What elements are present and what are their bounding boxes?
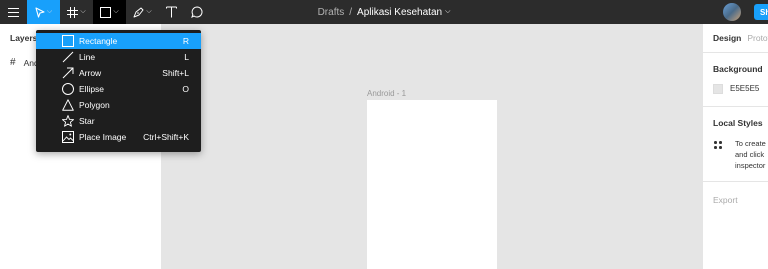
tab-prototype[interactable]: Prototype [747, 33, 768, 43]
chevron-down-icon: ⌵ [113, 8, 119, 15]
local-styles-heading: Local Styles [713, 118, 763, 128]
cursor-icon [35, 6, 45, 18]
toolbar: ⌵ ⌵ ⌵ ⌵ Drafts / Aplikasi Kesehatan ⌵ Sh [0, 0, 768, 24]
square-icon [100, 6, 112, 18]
divider [703, 181, 768, 182]
canvas[interactable]: Android - 1 [162, 24, 702, 269]
breadcrumb-folder[interactable]: Drafts [318, 7, 345, 18]
background-value[interactable]: E5E5E5 [730, 84, 759, 93]
panel-tabs: Design Prototype [713, 33, 768, 43]
image-icon [62, 131, 74, 143]
hint-line: To create [735, 139, 766, 148]
ellipse-icon [62, 83, 74, 95]
polygon-icon [62, 99, 74, 111]
frame-android-1[interactable] [367, 100, 497, 269]
share-label: Sh [760, 7, 768, 17]
styles-icon [714, 141, 722, 149]
menu-item-shortcut: R [182, 36, 189, 46]
line-icon [62, 51, 74, 63]
main-menu-button[interactable] [0, 0, 27, 24]
menu-item-polygon[interactable]: Polygon [36, 97, 201, 113]
background-heading: Background [713, 64, 763, 74]
pen-tool-button[interactable]: ⌵ [126, 0, 159, 24]
menu-item-shortcut: O [182, 84, 189, 94]
design-panel: Design Prototype Background E5E5E5 Local … [702, 24, 768, 269]
menu-item-shortcut: L [184, 52, 189, 62]
shape-tools-menu: Rectangle R Line L Arrow Shift+L Ellipse… [36, 30, 201, 152]
share-button[interactable]: Sh [754, 4, 768, 20]
rectangle-icon [62, 35, 74, 47]
menu-item-line[interactable]: Line L [36, 49, 201, 65]
menu-item-star[interactable]: Star [36, 113, 201, 129]
comment-tool-button[interactable] [184, 0, 210, 24]
text-icon [165, 6, 177, 18]
move-tool-button[interactable]: ⌵ [27, 0, 60, 24]
export-heading[interactable]: Export [713, 195, 738, 205]
menu-item-label: Line [79, 52, 96, 62]
menu-item-label: Polygon [79, 100, 110, 110]
menu-item-shortcut: Ctrl+Shift+K [143, 132, 189, 142]
chevron-down-icon[interactable]: ⌵ [445, 8, 450, 16]
background-swatch[interactable] [713, 84, 723, 94]
menu-item-ellipse[interactable]: Ellipse O [36, 81, 201, 97]
star-icon [62, 115, 74, 127]
frame-tool-button[interactable]: ⌵ [60, 0, 93, 24]
shape-tool-button[interactable]: ⌵ [93, 0, 126, 24]
menu-item-place-image[interactable]: Place Image Ctrl+Shift+K [36, 129, 201, 145]
divider [703, 106, 768, 107]
text-tool-button[interactable] [159, 0, 183, 24]
avatar[interactable] [723, 3, 741, 21]
frame-label[interactable]: Android - 1 [367, 89, 406, 98]
hash-icon [67, 6, 79, 18]
menu-item-label: Rectangle [79, 36, 118, 46]
tab-layers[interactable]: Layers [10, 33, 37, 43]
pen-icon [133, 7, 144, 17]
hint-line: and click [735, 150, 765, 159]
menu-item-label: Star [79, 116, 95, 126]
hamburger-icon [8, 7, 19, 17]
menu-item-shortcut: Shift+L [162, 68, 189, 78]
hint-line: inspector [735, 161, 766, 170]
menu-item-label: Place Image [79, 132, 127, 142]
menu-item-rectangle[interactable]: Rectangle R [36, 33, 201, 49]
tab-design[interactable]: Design [713, 33, 741, 43]
menu-item-label: Ellipse [79, 84, 105, 94]
chevron-down-icon: ⌵ [80, 8, 86, 15]
breadcrumb-separator: / [349, 6, 353, 18]
menu-item-arrow[interactable]: Arrow Shift+L [36, 65, 201, 81]
arrow-icon [62, 67, 74, 79]
chevron-down-icon: ⌵ [46, 8, 53, 15]
local-styles-hint: To create and click inspector [735, 138, 766, 171]
divider [703, 52, 768, 53]
file-name[interactable]: Aplikasi Kesehatan [357, 7, 442, 18]
menu-item-label: Arrow [79, 68, 102, 78]
frame-icon: # [10, 57, 16, 68]
comment-icon [191, 6, 203, 18]
chevron-down-icon: ⌵ [146, 8, 152, 15]
